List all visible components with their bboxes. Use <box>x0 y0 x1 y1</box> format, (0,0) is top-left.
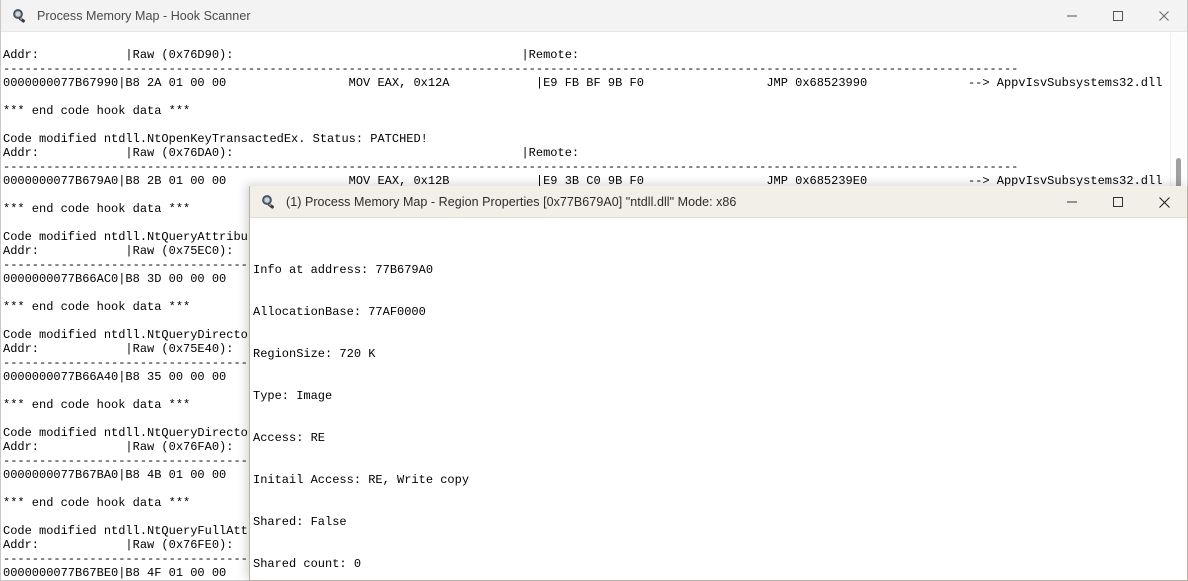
info-address: Info at address: 77B679A0 <box>253 263 434 277</box>
region-properties-text: Info at address: 77B679A0 AllocationBase… <box>253 221 1060 580</box>
info-allocation-base: AllocationBase: 77AF0000 <box>253 305 426 319</box>
info-shared-count: Shared count: 0 <box>253 557 362 571</box>
close-icon[interactable] <box>1141 186 1187 218</box>
info-initial-access: Initail Access: RE, Write copy <box>253 473 470 487</box>
maximize-icon[interactable] <box>1095 186 1141 218</box>
region-properties-titlebar[interactable]: (1) Process Memory Map - Region Properti… <box>250 186 1187 218</box>
region-properties-window: (1) Process Memory Map - Region Properti… <box>249 186 1188 581</box>
info-region-size: RegionSize: 720 K <box>253 347 376 361</box>
info-shared: Shared: False <box>253 515 347 529</box>
main-window-title: Process Memory Map - Hook Scanner <box>37 8 251 23</box>
minimize-icon[interactable] <box>1049 0 1095 32</box>
info-type: Type: Image <box>253 389 333 403</box>
region-properties-title: (1) Process Memory Map - Region Properti… <box>286 194 737 209</box>
magnifier-icon <box>12 8 28 24</box>
minimize-icon[interactable] <box>1049 186 1095 218</box>
screen: Process Memory Map - Hook Scanner Addr: … <box>0 0 1188 581</box>
close-icon[interactable] <box>1141 0 1187 32</box>
main-window-titlebar[interactable]: Process Memory Map - Hook Scanner <box>1 0 1187 32</box>
info-access: Access: RE <box>253 431 326 445</box>
maximize-icon[interactable] <box>1095 0 1141 32</box>
main-window-controls <box>1049 0 1187 32</box>
magnifier-icon <box>261 194 277 210</box>
region-properties-content[interactable]: Info at address: 77B679A0 AllocationBase… <box>250 218 1187 580</box>
region-properties-controls <box>1049 186 1187 218</box>
